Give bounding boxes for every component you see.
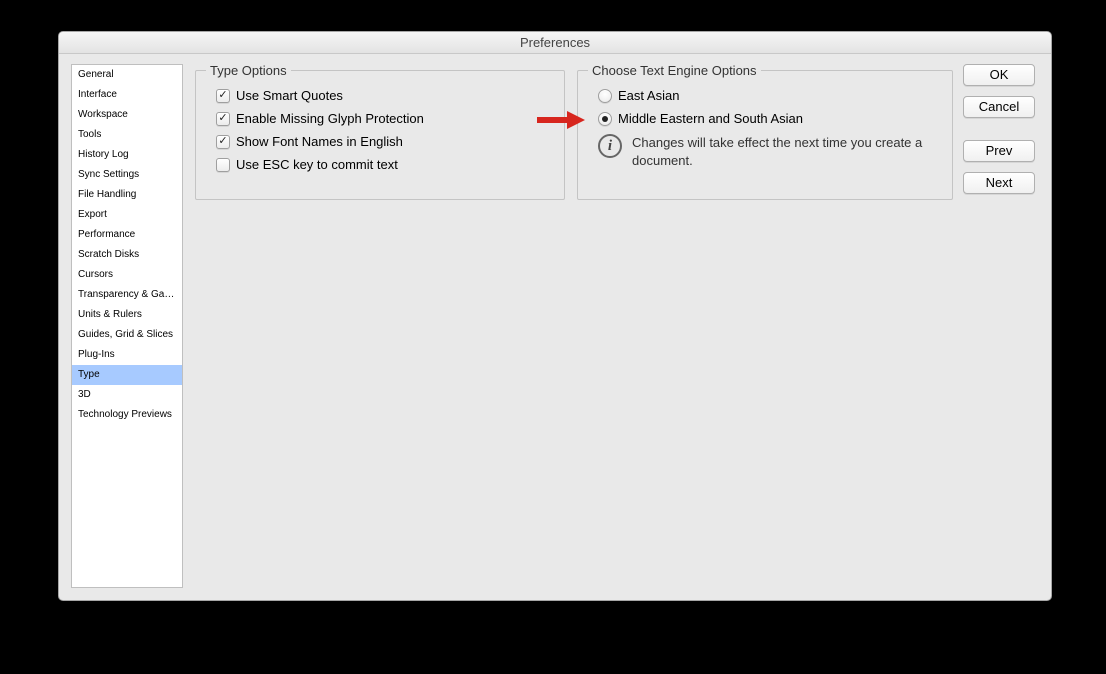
- text-engine-group: Choose Text Engine Options East AsianMid…: [577, 70, 953, 200]
- sidebar-item-tools[interactable]: Tools: [72, 125, 182, 145]
- sidebar-item-cursors[interactable]: Cursors: [72, 265, 182, 285]
- next-button[interactable]: Next: [963, 172, 1035, 194]
- cancel-button[interactable]: Cancel: [963, 96, 1035, 118]
- checkbox[interactable]: ✓: [216, 112, 230, 126]
- checkbox[interactable]: ✓: [216, 89, 230, 103]
- sidebar-item-export[interactable]: Export: [72, 205, 182, 225]
- checkbox[interactable]: [216, 158, 230, 172]
- info-icon: i: [598, 134, 622, 158]
- sidebar-item-workspace[interactable]: Workspace: [72, 105, 182, 125]
- checkbox-label: Enable Missing Glyph Protection: [236, 111, 424, 126]
- checkbox-label: Show Font Names in English: [236, 134, 403, 149]
- radio-label: East Asian: [618, 88, 679, 103]
- main-area: Type Options ✓ Use Smart Quotes ✓ Enable Mi…: [195, 64, 951, 588]
- radio[interactable]: [598, 112, 612, 126]
- engine-option-row: East Asian: [598, 88, 940, 103]
- window-title: Preferences: [59, 32, 1051, 54]
- type-options-group: Type Options ✓Use Smart Quotes✓Enable Mi…: [195, 70, 565, 200]
- sidebar-item-scratch-disks[interactable]: Scratch Disks: [72, 245, 182, 265]
- sidebar-item-general[interactable]: General: [72, 65, 182, 85]
- sidebar-item-guides-grid-slices[interactable]: Guides, Grid & Slices: [72, 325, 182, 345]
- checkbox-label: Use Smart Quotes: [236, 88, 343, 103]
- type-option-row: ✓ Use Smart Quotes: [216, 88, 552, 103]
- sidebar-item-type[interactable]: Type: [72, 365, 182, 385]
- ok-button[interactable]: OK: [963, 64, 1035, 86]
- sidebar-item-interface[interactable]: Interface: [72, 85, 182, 105]
- sidebar-item-history-log[interactable]: History Log: [72, 145, 182, 165]
- sidebar-item-3d[interactable]: 3D: [72, 385, 182, 405]
- sidebar-item-units-rulers[interactable]: Units & Rulers: [72, 305, 182, 325]
- radio[interactable]: [598, 89, 612, 103]
- radio-label: Middle Eastern and South Asian: [618, 111, 803, 126]
- type-option-row: ✓ Show Font Names in English: [216, 134, 552, 149]
- sidebar-item-performance[interactable]: Performance: [72, 225, 182, 245]
- checkbox[interactable]: ✓: [216, 135, 230, 149]
- prev-button[interactable]: Prev: [963, 140, 1035, 162]
- info-row: i Changes will take effect the next time…: [598, 134, 932, 169]
- info-text: Changes will take effect the next time y…: [632, 134, 932, 169]
- type-option-row: ✓ Enable Missing Glyph Protection: [216, 111, 552, 126]
- category-sidebar: GeneralInterfaceWorkspaceToolsHistory Lo…: [71, 64, 183, 588]
- type-option-row: Use ESC key to commit text: [216, 157, 552, 172]
- sidebar-item-plug-ins[interactable]: Plug-Ins: [72, 345, 182, 365]
- sidebar-item-sync-settings[interactable]: Sync Settings: [72, 165, 182, 185]
- sidebar-item-transparency-gamut[interactable]: Transparency & Gamut: [72, 285, 182, 305]
- engine-option-row: Middle Eastern and South Asian: [598, 111, 940, 126]
- text-engine-legend: Choose Text Engine Options: [588, 63, 761, 78]
- type-options-legend: Type Options: [206, 63, 291, 78]
- button-column: OK Cancel Prev Next: [963, 64, 1039, 588]
- checkbox-label: Use ESC key to commit text: [236, 157, 398, 172]
- content: GeneralInterfaceWorkspaceToolsHistory Lo…: [59, 54, 1051, 600]
- preferences-window: Preferences GeneralInterfaceWorkspaceToo…: [58, 31, 1052, 601]
- sidebar-item-file-handling[interactable]: File Handling: [72, 185, 182, 205]
- radio-dot-icon: [602, 116, 608, 122]
- sidebar-item-technology-previews[interactable]: Technology Previews: [72, 405, 182, 425]
